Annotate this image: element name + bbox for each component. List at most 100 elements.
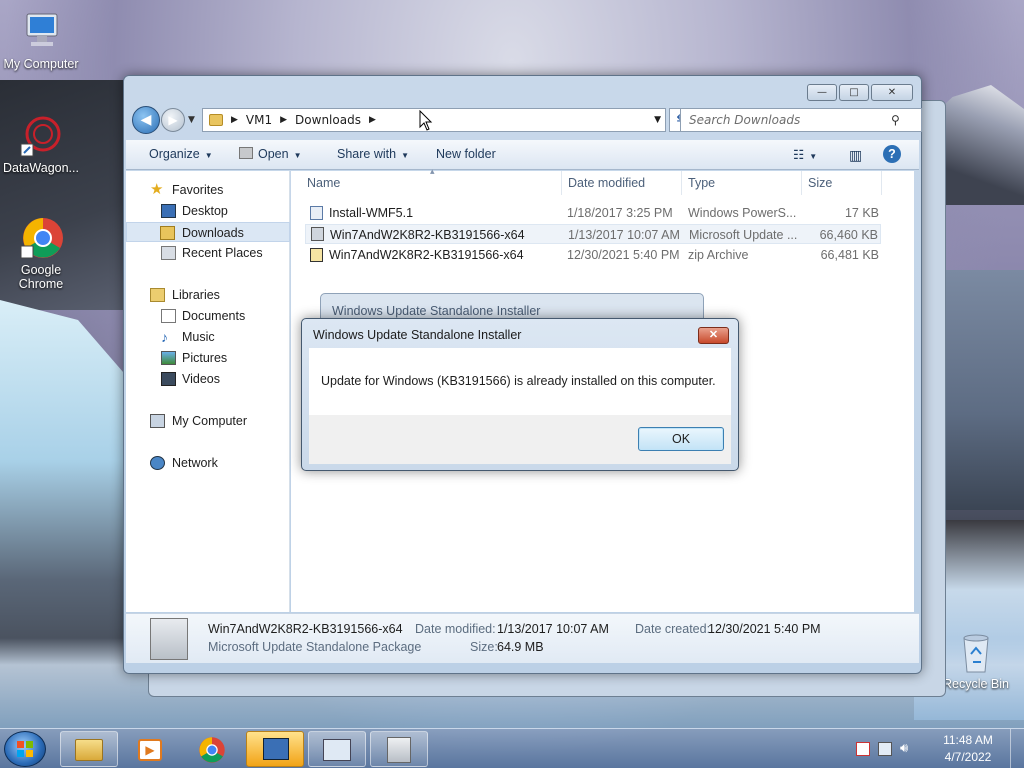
breadcrumb-vm1[interactable]: VM1: [246, 113, 272, 127]
downloads-folder-icon: [160, 226, 175, 240]
dialog-close-button[interactable]: ✕: [698, 327, 729, 344]
taskbar-media-player-button[interactable]: ▶: [121, 731, 179, 767]
file-row-selected[interactable]: Win7AndW2K8R2-KB3191566-x64 1/13/2017 10…: [305, 224, 881, 244]
update-package-icon: [387, 737, 411, 763]
nav-documents[interactable]: Documents: [126, 306, 290, 326]
nav-music[interactable]: ♪ Music: [126, 327, 290, 347]
breadcrumb-arrow-icon[interactable]: ▶: [369, 115, 376, 125]
view-options-icon[interactable]: ☷ ▼: [793, 147, 817, 162]
volume-icon[interactable]: 🔊︎: [900, 740, 914, 755]
mouse-cursor-icon: [419, 110, 433, 131]
nav-desktop[interactable]: Desktop: [126, 201, 290, 221]
nav-recent-places[interactable]: Recent Places: [126, 243, 290, 263]
ok-button[interactable]: OK: [638, 427, 724, 451]
network-icon[interactable]: [878, 742, 892, 756]
details-file-name: Win7AndW2K8R2-KB3191566-x64: [208, 622, 403, 636]
open-button[interactable]: Open ▼: [239, 147, 302, 161]
taskbar: ▶ 🔊︎ 11:48 AM 4/7/2022: [0, 728, 1024, 768]
media-player-icon: ▶: [138, 739, 162, 761]
dialog-title: Windows Update Standalone Installer: [313, 328, 522, 342]
installer-icon: [263, 738, 289, 760]
details-size-label: Size:: [470, 640, 498, 654]
music-icon: ♪: [161, 329, 168, 345]
breadcrumb-arrow-icon[interactable]: ▶: [231, 115, 238, 125]
column-header-date-modified[interactable]: Date modified: [568, 171, 645, 195]
taskbar-installer-button[interactable]: [246, 731, 304, 767]
nav-my-computer[interactable]: My Computer: [126, 411, 290, 431]
column-header-name[interactable]: Name: [307, 171, 340, 195]
maximize-button[interactable]: □: [839, 84, 869, 101]
forward-button[interactable]: ▶: [161, 108, 185, 132]
powershell-script-icon: [310, 206, 323, 220]
help-icon[interactable]: ?: [883, 145, 901, 163]
nav-videos[interactable]: Videos: [126, 369, 290, 389]
update-package-icon: [311, 227, 324, 241]
network-icon: [150, 456, 165, 470]
show-desktop-button[interactable]: [1010, 729, 1024, 768]
dialog-message: Update for Windows (KB3191566) is alread…: [321, 374, 716, 388]
taskbar-explorer-button[interactable]: [60, 731, 118, 767]
nav-downloads[interactable]: Downloads: [126, 222, 290, 242]
desktop-icon-my-computer[interactable]: My Computer: [0, 10, 82, 71]
details-size: 64.9 MB: [497, 640, 544, 654]
details-date-created: 12/30/2021 5:40 PM: [708, 622, 821, 636]
taskbar-chrome-button[interactable]: [183, 731, 241, 767]
taskbar-control-panel-button[interactable]: [308, 731, 366, 767]
address-bar[interactable]: ▶ VM1 ▶ Downloads ▶ ▼: [202, 108, 666, 132]
close-button[interactable]: ✕: [871, 84, 913, 101]
clock[interactable]: 11:48 AM 4/7/2022: [938, 732, 998, 766]
open-icon: [239, 147, 253, 159]
desktop-icon-label: Google Chrome: [18, 263, 64, 291]
details-date-modified: 1/13/2017 10:07 AM: [497, 622, 609, 636]
new-folder-button[interactable]: New folder: [436, 147, 496, 161]
desktop-icon: [161, 204, 176, 218]
organize-menu[interactable]: Organize ▼: [149, 147, 213, 161]
desktop-icon-label: DataWagon...: [3, 161, 79, 175]
taskbar-update-package-button[interactable]: [370, 731, 428, 767]
action-center-icon[interactable]: [856, 742, 870, 756]
computer-icon: [19, 10, 63, 54]
share-with-menu[interactable]: Share with ▼: [337, 147, 409, 161]
pictures-icon: [161, 351, 176, 365]
computer-icon: [150, 414, 165, 428]
breadcrumb-downloads[interactable]: Downloads: [295, 113, 361, 127]
installer-message-dialog[interactable]: Windows Update Standalone Installer ✕ Up…: [301, 318, 739, 471]
search-input[interactable]: Search Downloads: [680, 108, 922, 132]
recycle-bin-icon: [954, 630, 998, 674]
column-header-type[interactable]: Type: [688, 171, 715, 195]
details-date-created-label: Date created:: [635, 622, 711, 636]
navigation-pane: ★ Favorites Desktop Downloads Recent Pla…: [126, 171, 290, 612]
clock-time: 11:48 AM: [943, 733, 993, 747]
start-button[interactable]: [4, 731, 46, 767]
details-date-modified-label: Date modified:: [415, 622, 496, 636]
clock-date: 4/7/2022: [944, 750, 992, 764]
sort-arrow-icon: ▴: [430, 166, 435, 176]
desktop-icon-recycle-bin[interactable]: Recycle Bin: [935, 630, 1017, 691]
address-dropdown-icon[interactable]: ▼: [654, 115, 661, 125]
minimize-button[interactable]: —: [807, 84, 837, 101]
nav-pictures[interactable]: Pictures: [126, 348, 290, 368]
column-header-size[interactable]: Size: [808, 171, 832, 195]
dialog-body: Update for Windows (KB3191566) is alread…: [309, 348, 731, 415]
file-row[interactable]: Install-WMF5.1 1/18/2017 3:25 PM Windows…: [305, 203, 881, 223]
desktop-icon-datawagon[interactable]: DataWagon...: [0, 114, 82, 175]
recent-pages-dropdown-icon[interactable]: ▼: [188, 115, 195, 125]
desktop-icon-chrome[interactable]: Google Chrome: [0, 216, 82, 291]
nav-libraries[interactable]: Libraries: [126, 285, 290, 305]
details-file-type: Microsoft Update Standalone Package: [208, 640, 422, 654]
breadcrumb-arrow-icon[interactable]: ▶: [280, 115, 287, 125]
back-button[interactable]: ◀: [132, 106, 160, 134]
folder-icon: [75, 739, 103, 761]
update-package-icon: [150, 618, 188, 660]
navigation-bar: ◀ ▶ ▼ ▶ VM1 ▶ Downloads ▶ ▼ ⇆ Search Dow…: [132, 106, 922, 136]
details-pane: Win7AndW2K8R2-KB3191566-x64 Microsoft Up…: [126, 613, 919, 663]
dialog-footer: OK: [309, 415, 731, 464]
datawagon-icon: [19, 114, 63, 158]
search-icon[interactable]: ⚲: [891, 113, 900, 127]
nav-favorites[interactable]: ★ Favorites: [126, 180, 290, 200]
star-icon: ★: [150, 181, 164, 198]
nav-network[interactable]: Network: [126, 453, 290, 473]
preview-pane-icon[interactable]: ▥: [849, 147, 862, 164]
window-caption-buttons: — □ ✕: [807, 84, 913, 101]
file-row[interactable]: Win7AndW2K8R2-KB3191566-x64 12/30/2021 5…: [305, 245, 881, 265]
